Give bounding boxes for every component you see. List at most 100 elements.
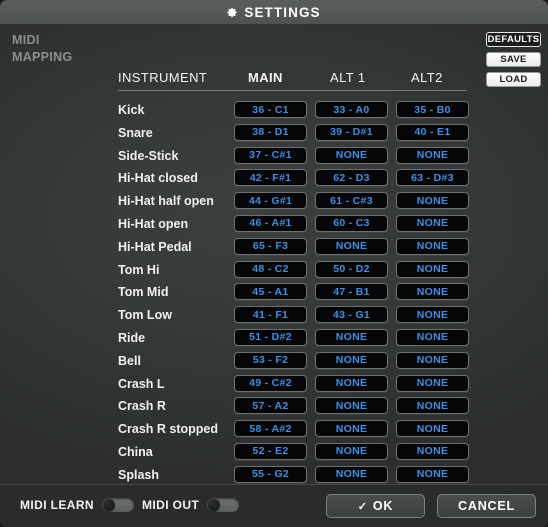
midi-note-field-main[interactable]: 51 - D#2 xyxy=(234,328,307,346)
midi-learn-control[interactable]: MIDI LEARN xyxy=(20,498,134,512)
midi-note-field-alt2[interactable]: 40 - E1 xyxy=(396,123,469,141)
midi-note-field-alt1[interactable]: NONE xyxy=(315,420,388,438)
midi-note-value: NONE xyxy=(335,422,368,435)
midi-note-field-alt2[interactable]: NONE xyxy=(396,306,469,324)
midi-note-field-main[interactable]: 53 - F2 xyxy=(234,351,307,369)
midi-note-value: NONE xyxy=(416,308,449,321)
midi-note-field-alt1[interactable]: NONE xyxy=(315,146,388,164)
midi-note-value: 40 - E1 xyxy=(414,126,451,139)
midi-note-field-alt1[interactable]: NONE xyxy=(315,237,388,255)
midi-note-field-main[interactable]: 36 - C1 xyxy=(234,101,307,118)
midi-note-field-alt2[interactable]: NONE xyxy=(396,420,469,438)
midi-note-field-alt2[interactable]: NONE xyxy=(396,351,469,369)
ok-button[interactable]: ✓ OK xyxy=(326,494,425,518)
midi-note-field-alt2[interactable]: NONE xyxy=(396,260,469,278)
save-button[interactable]: SAVE xyxy=(486,52,541,67)
midi-note-field-alt1[interactable]: 62 - D3 xyxy=(315,169,388,187)
midi-note-value: NONE xyxy=(416,399,449,412)
midi-note-field-alt1[interactable]: NONE xyxy=(315,374,388,392)
midi-note-field-alt2[interactable]: 63 - D#3 xyxy=(396,169,469,187)
table-row: Crash R 57 - A2 NONE NONE xyxy=(0,397,548,420)
midi-note-field-main[interactable]: 42 - F#1 xyxy=(234,169,307,187)
midi-note-field-alt2[interactable]: NONE xyxy=(396,146,469,164)
midi-note-field-main[interactable]: 55 - G2 xyxy=(234,465,307,483)
midi-note-value: 47 - B1 xyxy=(333,285,370,298)
instrument-label: Side-Stick xyxy=(118,148,179,163)
midi-note-field-alt2[interactable]: NONE xyxy=(396,328,469,346)
midi-note-value: NONE xyxy=(335,445,368,458)
midi-note-value: NONE xyxy=(335,399,368,412)
midi-note-value: 35 - B0 xyxy=(414,103,451,116)
midi-note-field-alt1[interactable]: NONE xyxy=(315,351,388,369)
midi-note-field-alt1[interactable]: 43 - G1 xyxy=(315,306,388,324)
midi-note-field-alt1[interactable]: NONE xyxy=(315,442,388,460)
midi-note-value: NONE xyxy=(335,377,368,390)
midi-note-value: 33 - A0 xyxy=(333,103,370,116)
midi-note-value: 48 - C2 xyxy=(252,263,289,276)
midi-note-field-alt2[interactable]: 35 - B0 xyxy=(396,101,469,118)
midi-note-field-main[interactable]: 45 - A1 xyxy=(234,283,307,301)
midi-note-field-main[interactable]: 38 - D1 xyxy=(234,123,307,141)
header-alt1[interactable]: ALT 1 xyxy=(330,70,365,85)
midi-note-field-alt1[interactable]: NONE xyxy=(315,328,388,346)
table-row: Tom Mid 45 - A1 47 - B1 NONE xyxy=(0,283,548,306)
table-row: China 52 - E2 NONE NONE xyxy=(0,442,548,466)
midi-note-value: 38 - D1 xyxy=(252,126,289,139)
midi-note-field-main[interactable]: 57 - A2 xyxy=(234,397,307,415)
midi-note-field-main[interactable]: 41 - F1 xyxy=(234,306,307,324)
midi-note-field-alt1[interactable]: 39 - D#1 xyxy=(315,123,388,141)
midi-note-field-alt1[interactable]: 47 - B1 xyxy=(315,283,388,301)
header-main[interactable]: MAIN xyxy=(248,70,283,85)
ok-button-content: ✓ OK xyxy=(358,499,393,513)
header-alt2[interactable]: ALT2 xyxy=(411,70,443,85)
midi-note-field-alt2[interactable]: NONE xyxy=(396,465,469,483)
midi-note-field-alt2[interactable]: NONE xyxy=(396,397,469,415)
midi-note-field-main[interactable]: 46 - A#1 xyxy=(234,214,307,232)
midi-note-value: 63 - D#3 xyxy=(411,171,454,184)
cancel-button[interactable]: CANCEL xyxy=(437,494,536,518)
midi-note-value: NONE xyxy=(416,468,449,481)
midi-note-field-alt1[interactable]: 60 - C3 xyxy=(315,214,388,232)
midi-note-value: 65 - F3 xyxy=(252,240,289,253)
midi-note-field-main[interactable]: 58 - A#2 xyxy=(234,420,307,438)
instrument-label: Kick xyxy=(118,103,145,117)
table-row: Hi-Hat Pedal 65 - F3 NONE NONE xyxy=(0,237,548,261)
midi-note-field-alt2[interactable]: NONE xyxy=(396,237,469,255)
midi-note-value: 57 - A2 xyxy=(252,399,289,412)
midi-learn-label: MIDI LEARN xyxy=(20,498,94,512)
midi-note-field-main[interactable]: 48 - C2 xyxy=(234,260,307,278)
midi-note-value: NONE xyxy=(416,285,449,298)
midi-note-field-alt1[interactable]: 61 - C#3 xyxy=(315,192,388,210)
midi-out-toggle[interactable] xyxy=(207,498,240,512)
instrument-label: Crash R xyxy=(118,399,166,414)
midi-note-field-alt2[interactable]: NONE xyxy=(396,442,469,460)
midi-out-control[interactable]: MIDI OUT xyxy=(142,498,240,512)
midi-learn-toggle-knob xyxy=(103,499,115,511)
midi-note-value: 41 - F1 xyxy=(252,308,289,321)
midi-note-field-main[interactable]: 49 - C#2 xyxy=(234,374,307,392)
table-row: Tom Low 41 - F1 43 - G1 NONE xyxy=(0,306,548,329)
midi-note-field-alt2[interactable]: NONE xyxy=(396,192,469,210)
midi-note-field-alt2[interactable]: NONE xyxy=(396,374,469,392)
midi-note-value: 51 - D#2 xyxy=(249,331,292,344)
midi-note-value: 49 - C#2 xyxy=(249,377,292,390)
midi-note-field-main[interactable]: 52 - E2 xyxy=(234,442,307,460)
midi-note-field-alt1[interactable]: NONE xyxy=(315,397,388,415)
midi-note-field-alt1[interactable]: NONE xyxy=(315,465,388,483)
midi-note-value: NONE xyxy=(416,263,449,276)
midi-note-field-alt2[interactable]: NONE xyxy=(396,283,469,301)
midi-note-value: 50 - D2 xyxy=(333,263,370,276)
midi-note-field-alt2[interactable]: NONE xyxy=(396,214,469,232)
instrument-label: Hi-Hat half open xyxy=(118,194,214,209)
table-row: Ride 51 - D#2 NONE NONE xyxy=(0,328,548,352)
midi-note-field-alt1[interactable]: 33 - A0 xyxy=(315,101,388,118)
midi-note-value: NONE xyxy=(416,194,449,207)
midi-note-field-alt1[interactable]: 50 - D2 xyxy=(315,260,388,278)
midi-note-field-main[interactable]: 37 - C#1 xyxy=(234,146,307,164)
midi-learn-toggle[interactable] xyxy=(102,498,134,512)
instrument-label: Tom Hi xyxy=(118,262,160,277)
midi-note-field-main[interactable]: 44 - G#1 xyxy=(234,192,307,210)
instrument-label: Hi-Hat closed xyxy=(118,171,198,186)
midi-note-field-main[interactable]: 65 - F3 xyxy=(234,237,307,255)
defaults-button[interactable]: DEFAULTS xyxy=(486,32,541,47)
